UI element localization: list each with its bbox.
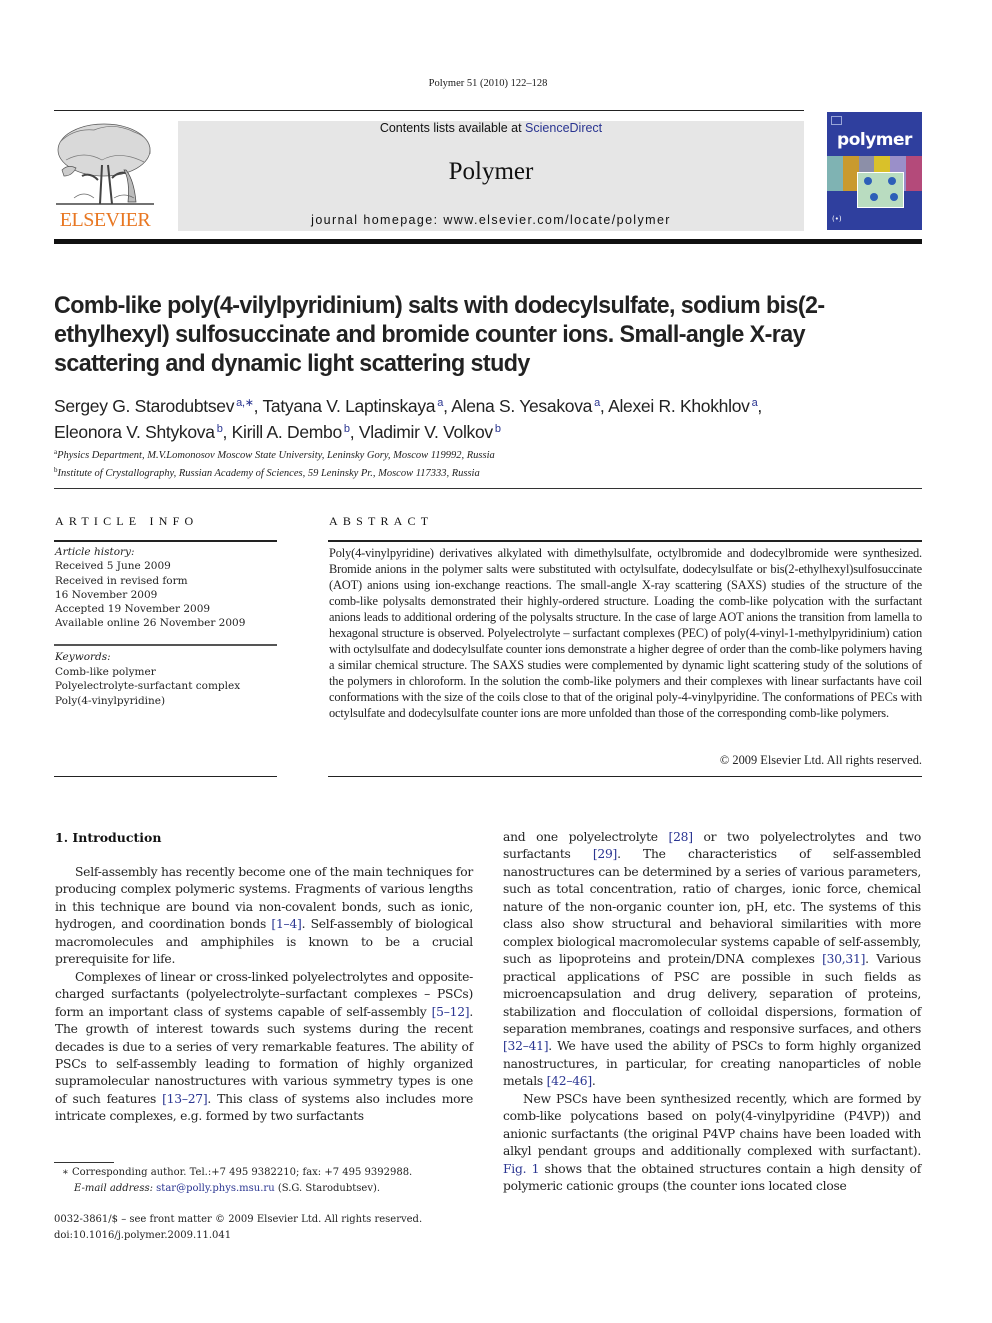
footnotes: ∗ Corresponding author. Tel.:+7 495 9382… [62,1165,482,1196]
author-name[interactable]: Alena S. Yesakova [451,396,592,416]
contents-prefix: Contents lists available at [379,121,526,135]
journal-homepage-link[interactable]: journal homepage: www.elsevier.com/locat… [178,213,804,227]
abstract-bottom-rule [328,776,922,777]
keyword: Poly(4-vinylpyridine) [55,694,166,707]
body-column-left: Self-assembly has recently become one of… [55,864,473,1126]
header-divider [54,110,804,111]
author-name[interactable]: Eleonora V. Shtykova [54,422,215,442]
affiliation-marker[interactable]: b [495,423,501,435]
paragraph: Complexes of linear or cross-linked poly… [55,969,473,1126]
history-item: Available online 26 November 2009 [55,617,246,630]
author-name[interactable]: Alexei R. Khokhlov [608,396,750,416]
article-info-heading: ARTICLE INFO [55,514,199,528]
author-separator: , [757,396,762,416]
author: Tatyana V. Laptinskaya a, [262,396,451,416]
email-suffix: (S.G. Starodubtsev). [274,1182,381,1194]
paragraph-text: Complexes of linear or cross-linked poly… [55,969,473,1019]
email-label: E-mail address: [74,1182,157,1194]
elsevier-wordmark: ELSEVIER [59,209,151,231]
paragraph: New PSCs have been synthesized recently,… [503,1091,921,1196]
doi-link[interactable]: doi:10.1016/j.polymer.2009.11.041 [54,1228,484,1244]
elsevier-logo[interactable]: ELSEVIER [54,120,156,232]
paragraph-text: . [591,1074,596,1089]
article-history-label: Article history: [55,546,135,558]
author-separator: , [349,422,359,442]
front-matter-line: 0032-3861/$ – see front matter © 2009 El… [54,1214,423,1225]
journal-masthead: Contents lists available at ScienceDirec… [178,121,804,231]
article-info-divider [54,540,277,542]
front-matter: 0032-3861/$ – see front matter © 2009 El… [54,1212,484,1243]
email-link[interactable]: star@polly.phys.msu.ru [156,1183,274,1194]
citation-link[interactable]: [28] [669,830,694,844]
author-name[interactable]: Tatyana V. Laptinskaya [262,396,435,416]
article-history: Article history: Received 5 June 2009 Re… [55,545,278,631]
cover-inset-image [857,172,904,208]
paragraph-text: . The growth of interest towards such sy… [55,1004,473,1106]
author: Alexei R. Khokhlov a, [608,396,762,416]
affiliation-a: aPhysics Department, M.V.Lomonosov Mosco… [54,448,495,461]
paragraph: and one polyelectrolyte [28] or two poly… [503,829,921,1091]
email-note: E-mail address: star@polly.phys.msu.ru (… [62,1181,482,1197]
author-separator: , [222,422,232,442]
journal-name: Polymer [448,158,534,185]
abstract-divider [328,540,922,542]
author-separator: , [599,396,609,416]
keyword: Polyelectrolyte-surfactant complex [55,680,241,692]
article-info-bottom-rule [54,776,277,777]
citation-link[interactable]: [1–4] [271,917,301,931]
sciencedirect-link[interactable]: ScienceDirect [525,121,602,135]
citation-link[interactable]: [30,31] [822,952,865,966]
history-item: Accepted 19 November 2009 [55,603,211,616]
citation-link[interactable]: [42–46] [547,1074,593,1088]
contents-line: Contents lists available at ScienceDirec… [178,121,804,135]
abstract-copyright: © 2009 Elsevier Ltd. All rights reserved… [719,753,922,767]
keyword: Comb-like polymer [55,665,156,678]
footnote-rule [54,1162,114,1163]
paragraph-text: New PSCs have been synthesized recently,… [503,1091,921,1159]
cover-badge-icon [831,116,842,125]
body-column-right: and one polyelectrolyte [28] or two poly… [503,829,921,1196]
paragraph-text: shows that the obtained structures conta… [503,1161,921,1194]
author: Sergey G. Starodubtsev a,∗, [54,396,262,416]
cover-title: polymer [837,130,912,150]
title-divider [54,488,922,489]
citation-link[interactable]: Fig. 1 [503,1162,539,1176]
keywords: Keywords: Comb-like polymer Polyelectrol… [55,650,278,708]
author-name[interactable]: Kirill A. Dembo [232,422,343,442]
article-title: Comb-like poly(4-vilylpyridinium) salts … [54,292,825,377]
author-separator: , [443,396,452,416]
journal-citation: Polymer 51 (2010) 122–128 [428,78,548,89]
abstract-heading: ABSTRACT [329,514,434,528]
history-item: Received 5 June 2009 [55,560,171,573]
history-item: 16 November 2009 [55,588,158,601]
abstract-text: Poly(4-vinylpyridine) derivatives alkyla… [329,546,922,720]
tree-icon [56,123,154,205]
history-item: Received in revised form [55,574,188,587]
paragraph-text: and one polyelectrolyte [503,830,669,844]
author: Eleonora V. Shtykova b, [54,422,232,442]
author: Kirill A. Dembo b, [232,422,359,442]
journal-cover[interactable]: polymer (•) [827,112,922,230]
paragraph: Self-assembly has recently become one of… [55,864,473,969]
citation-link[interactable]: [5–12] [432,1005,470,1019]
author-name[interactable]: Vladimir V. Volkov [359,422,493,442]
citation-link[interactable]: [29] [593,847,618,861]
section-heading-introduction: 1. Introduction [55,830,162,845]
cover-publisher-mark: (•) [832,215,842,223]
author-name[interactable]: Sergey G. Starodubtsev [54,396,234,416]
corresponding-author-note: ∗ Corresponding author. Tel.:+7 495 9382… [62,1167,413,1178]
author: Vladimir V. Volkov b [359,422,501,442]
citation-link[interactable]: [32–41] [503,1039,549,1053]
affiliation-marker[interactable]: a,∗ [236,397,254,409]
affiliation-b: bInstitute of Crystallography, Russian A… [54,466,480,479]
keywords-label: Keywords: [55,651,111,663]
paragraph-text: . The characteristics of self-assembled … [503,847,921,967]
author: Alena S. Yesakova a, [451,396,608,416]
keywords-divider [54,644,277,646]
affiliations: aPhysics Department, M.V.Lomonosov Mosco… [54,445,754,481]
citation-link[interactable]: [13–27] [162,1092,208,1106]
header-thick-rule [54,239,922,244]
author-list: Sergey G. Starodubtsev a,∗, Tatyana V. La… [54,392,934,444]
